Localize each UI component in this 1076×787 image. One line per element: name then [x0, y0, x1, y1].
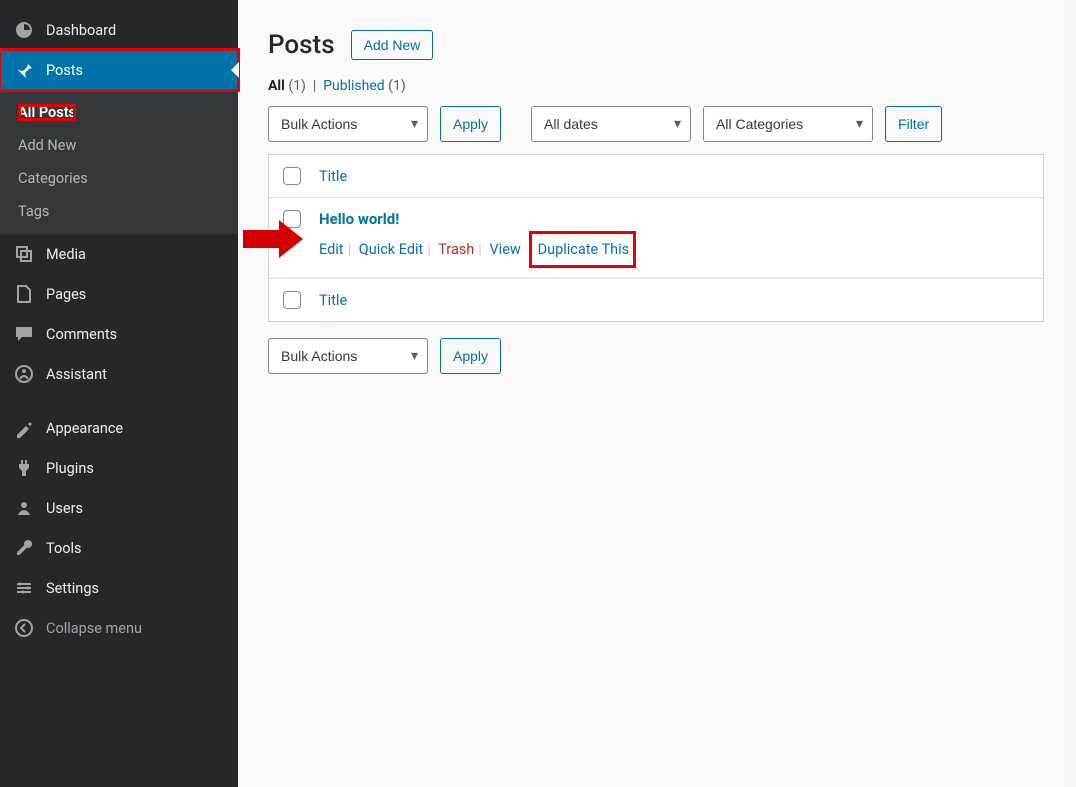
sidebar-label: Tools — [46, 540, 82, 557]
categories-select[interactable]: All Categories — [703, 106, 873, 142]
view-link[interactable]: View — [489, 239, 520, 260]
sidebar-label: Assistant — [46, 366, 107, 383]
sidebar-item-appearance[interactable]: Appearance — [0, 408, 238, 448]
main-content: Posts Add New All (1) | Published (1) Bu… — [238, 0, 1076, 787]
appearance-icon — [14, 418, 34, 438]
apply-button[interactable]: Apply — [440, 106, 501, 142]
sidebar-label: Media — [46, 246, 86, 263]
admin-sidebar: Dashboard Posts All Posts Add New Catego… — [0, 0, 238, 787]
sidebar-item-settings[interactable]: Settings — [0, 568, 238, 608]
duplicate-link[interactable]: Duplicate This — [538, 239, 630, 260]
plugins-icon — [14, 458, 34, 478]
bulk-actions-select[interactable]: Bulk Actions — [268, 106, 428, 142]
sidebar-label: Users — [46, 500, 83, 517]
sidebar-item-media[interactable]: Media — [0, 234, 238, 274]
sidebar-item-dashboard[interactable]: Dashboard — [0, 10, 238, 50]
bulk-actions-select-bottom[interactable]: Bulk Actions — [268, 338, 428, 374]
row-actions: Edit| Quick Edit| Trash| View Duplicate … — [319, 234, 1029, 265]
sidebar-item-plugins[interactable]: Plugins — [0, 448, 238, 488]
sidebar-label: Appearance — [46, 420, 123, 437]
collapse-icon — [14, 618, 34, 638]
sidebar-label: Settings — [46, 580, 99, 597]
column-title[interactable]: Title — [319, 168, 347, 185]
sub-item-add-new[interactable]: Add New — [0, 129, 238, 162]
dates-select[interactable]: All dates — [531, 106, 691, 142]
tools-icon — [14, 538, 34, 558]
sidebar-label: Dashboard — [46, 22, 116, 39]
edit-link[interactable]: Edit — [319, 239, 344, 260]
column-title-bottom[interactable]: Title — [319, 292, 347, 309]
dashboard-icon — [14, 20, 34, 40]
table-header: Title — [269, 155, 1043, 198]
sidebar-item-comments[interactable]: Comments — [0, 314, 238, 354]
page-header: Posts Add New — [268, 30, 1044, 60]
sidebar-label: Posts — [46, 62, 83, 79]
sidebar-label: Collapse menu — [46, 620, 142, 637]
posts-table: Title Hello world! Edit| Quick Edit| Tra… — [268, 154, 1044, 322]
sub-item-categories[interactable]: Categories — [0, 162, 238, 195]
active-indicator-icon — [231, 62, 239, 78]
tablenav-bottom: Bulk Actions Apply — [268, 338, 1044, 374]
select-all-checkbox[interactable] — [283, 167, 301, 185]
apply-button-bottom[interactable]: Apply — [440, 338, 501, 374]
quick-edit-link[interactable]: Quick Edit — [359, 239, 424, 260]
page-title: Posts — [268, 30, 335, 60]
posts-submenu: All Posts Add New Categories Tags — [0, 90, 238, 234]
post-title-link[interactable]: Hello world! — [319, 210, 399, 228]
tablenav-top: Bulk Actions Apply All dates All Categor… — [268, 106, 1044, 142]
sub-item-all-posts[interactable]: All Posts — [0, 96, 238, 129]
pin-icon — [14, 60, 34, 80]
sidebar-item-assistant[interactable]: Assistant — [0, 354, 238, 394]
sidebar-item-users[interactable]: Users — [0, 488, 238, 528]
select-all-checkbox-bottom[interactable] — [283, 291, 301, 309]
filter-published[interactable]: Published (1) — [323, 78, 406, 94]
sidebar-item-posts[interactable]: Posts — [0, 50, 238, 90]
table-row: Hello world! Edit| Quick Edit| Trash| Vi… — [269, 198, 1043, 278]
sidebar-label: Plugins — [46, 460, 94, 477]
comments-icon — [14, 324, 34, 344]
sidebar-item-tools[interactable]: Tools — [0, 528, 238, 568]
sidebar-label: Pages — [46, 286, 86, 303]
settings-icon — [14, 578, 34, 598]
table-footer: Title — [269, 278, 1043, 321]
annotation-highlight-box: Duplicate This — [532, 234, 634, 265]
media-icon — [14, 244, 34, 264]
sidebar-item-collapse[interactable]: Collapse menu — [0, 608, 238, 648]
sidebar-label: Comments — [46, 326, 117, 343]
trash-link[interactable]: Trash — [438, 239, 474, 260]
sub-label: All Posts — [18, 104, 76, 121]
annotation-arrow-icon — [243, 220, 303, 262]
sidebar-item-pages[interactable]: Pages — [0, 274, 238, 314]
filter-button[interactable]: Filter — [885, 106, 942, 142]
status-filter-links: All (1) | Published (1) — [268, 78, 1044, 94]
add-new-button[interactable]: Add New — [351, 30, 434, 60]
pages-icon — [14, 284, 34, 304]
assistant-icon — [14, 364, 34, 384]
filter-all[interactable]: All (1) — [268, 78, 306, 94]
sub-item-tags[interactable]: Tags — [0, 195, 238, 228]
users-icon — [14, 498, 34, 518]
